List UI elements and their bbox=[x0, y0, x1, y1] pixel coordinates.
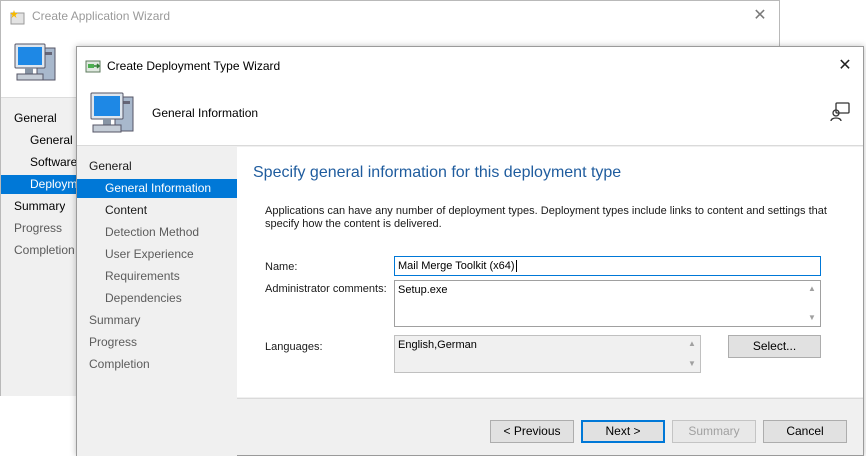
wizard-nav: General General Information Content Dete… bbox=[77, 147, 237, 456]
admin-comments-scrollbar[interactable]: ▲ ▼ bbox=[804, 281, 820, 326]
wizard-icon bbox=[10, 9, 26, 25]
nav-completion[interactable]: Completion bbox=[14, 241, 77, 260]
wizard-header: General Information bbox=[77, 85, 863, 146]
languages-scrollbar[interactable]: ▲ ▼ bbox=[684, 336, 700, 372]
title-bar: Create Application Wizard ✕ bbox=[1, 1, 779, 32]
window-title: Create Deployment Type Wizard bbox=[107, 59, 281, 73]
computer-icon bbox=[11, 42, 61, 91]
close-icon[interactable]: ✕ bbox=[749, 5, 771, 27]
admin-comments-textarea[interactable]: Setup.exe ▲ ▼ bbox=[394, 280, 821, 327]
nav-requirements[interactable]: Requirements bbox=[105, 267, 180, 286]
wizard-icon bbox=[85, 58, 101, 74]
page-description: Applications can have any number of depl… bbox=[265, 205, 827, 230]
scroll-down-icon[interactable]: ▼ bbox=[804, 311, 820, 325]
languages-value: English,German bbox=[398, 339, 477, 351]
nav-dependencies[interactable]: Dependencies bbox=[105, 289, 182, 308]
nav-summary[interactable]: Summary bbox=[14, 197, 65, 216]
close-icon[interactable]: ✕ bbox=[833, 54, 857, 78]
wizard-nav: General General I Software Deployme Summ… bbox=[1, 98, 77, 396]
nav-software[interactable]: Software bbox=[30, 153, 77, 172]
next-button[interactable]: Next > bbox=[581, 420, 665, 443]
nav-general-information[interactable]: General Information bbox=[77, 179, 237, 198]
scroll-down-icon[interactable]: ▼ bbox=[684, 357, 700, 371]
name-input[interactable]: Mail Merge Toolkit (x64) bbox=[394, 256, 821, 276]
text-caret bbox=[515, 260, 517, 273]
header-title: General Information bbox=[152, 106, 259, 120]
nav-progress[interactable]: Progress bbox=[14, 219, 62, 238]
content-panel: Specify general information for this dep… bbox=[237, 147, 863, 397]
languages-list[interactable]: English,German ▲ ▼ bbox=[394, 335, 701, 373]
computer-icon bbox=[87, 89, 139, 142]
nav-summary[interactable]: Summary bbox=[89, 311, 140, 330]
nav-detection-method[interactable]: Detection Method bbox=[105, 223, 199, 242]
admin-comments-value: Setup.exe bbox=[398, 284, 448, 296]
name-label: Name: bbox=[265, 261, 298, 273]
summary-button[interactable]: Summary bbox=[672, 420, 756, 443]
wizard-footer: < Previous Next > Summary Cancel bbox=[237, 398, 863, 455]
page-heading: Specify general information for this dep… bbox=[253, 164, 622, 181]
name-input-value: Mail Merge Toolkit (x64) bbox=[398, 260, 515, 272]
nav-general[interactable]: General bbox=[14, 109, 57, 128]
nav-general[interactable]: General bbox=[89, 157, 132, 176]
select-languages-button[interactable]: Select... bbox=[728, 335, 821, 358]
nav-completion[interactable]: Completion bbox=[89, 355, 150, 374]
title-bar: Create Deployment Type Wizard ✕ bbox=[77, 47, 863, 85]
help-icon[interactable] bbox=[829, 101, 851, 126]
previous-button[interactable]: < Previous bbox=[490, 420, 574, 443]
cancel-button[interactable]: Cancel bbox=[763, 420, 847, 443]
nav-general-information[interactable]: General I bbox=[30, 131, 77, 150]
languages-label: Languages: bbox=[265, 341, 323, 353]
nav-user-experience[interactable]: User Experience bbox=[105, 245, 194, 264]
scroll-up-icon[interactable]: ▲ bbox=[684, 337, 700, 351]
admin-comments-label: Administrator comments: bbox=[265, 283, 387, 295]
window-title: Create Application Wizard bbox=[32, 9, 171, 23]
nav-progress[interactable]: Progress bbox=[89, 333, 137, 352]
nav-content[interactable]: Content bbox=[105, 201, 147, 220]
create-deployment-type-wizard-window: Create Deployment Type Wizard ✕ General … bbox=[76, 46, 864, 456]
nav-deployment-types[interactable]: Deployme bbox=[1, 175, 77, 194]
scroll-up-icon[interactable]: ▲ bbox=[804, 282, 820, 296]
